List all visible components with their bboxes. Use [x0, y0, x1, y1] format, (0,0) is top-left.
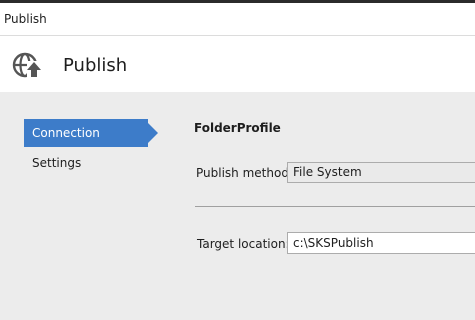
section-divider — [195, 206, 475, 207]
title-bar[interactable]: Publish — [0, 3, 475, 35]
globe-publish-icon — [12, 52, 42, 78]
page-title: Publish — [63, 55, 128, 76]
profile-name: FolderProfile — [194, 121, 281, 135]
window-title: Publish — [4, 12, 47, 26]
publish-method-select[interactable]: File System — [287, 162, 475, 183]
main-content: Connection Settings FolderProfile Publis… — [0, 92, 475, 320]
publish-dialog: Publish Publish Connection Settings Fold… — [0, 0, 475, 320]
sidebar-item-connection[interactable]: Connection — [24, 119, 158, 147]
publish-method-label: Publish method: — [196, 166, 293, 180]
target-location-label: Target location: — [197, 237, 290, 251]
target-location-input[interactable] — [287, 232, 475, 254]
sidebar-item-settings[interactable]: Settings — [24, 149, 148, 177]
dialog-header: Publish — [0, 36, 475, 92]
